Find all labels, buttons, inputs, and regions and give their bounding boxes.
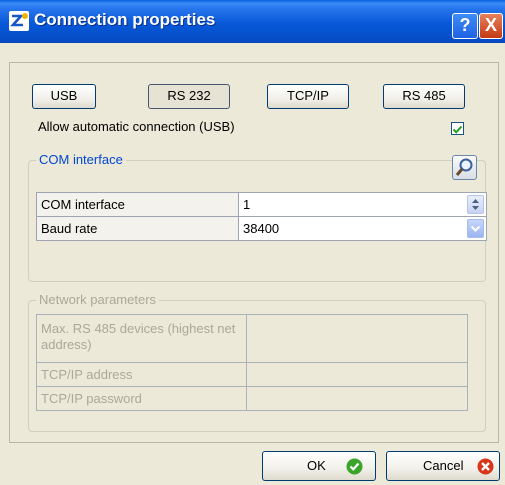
- chevron-down-icon[interactable]: [467, 219, 484, 238]
- ok-button[interactable]: OK: [262, 451, 376, 481]
- cancel-label: Cancel: [423, 458, 464, 473]
- com-interface-legend: COM interface: [36, 152, 126, 167]
- tcpip-password-field[interactable]: [246, 386, 468, 411]
- close-button[interactable]: X: [479, 13, 503, 39]
- max-devices-value: [247, 315, 467, 339]
- com-interface-label: COM interface: [36, 192, 239, 217]
- baud-rate-label: Baud rate: [36, 216, 239, 241]
- max-devices-field[interactable]: [246, 314, 468, 363]
- rs485-button[interactable]: RS 485: [383, 84, 465, 109]
- max-devices-label: Max. RS 485 devices (highest net address…: [36, 314, 247, 363]
- magnifier-icon: [455, 158, 473, 176]
- auto-connect-checkbox[interactable]: [451, 122, 464, 135]
- com-interface-field[interactable]: 1: [238, 192, 487, 217]
- cancel-x-icon: [477, 458, 494, 475]
- baud-rate-select[interactable]: 38400: [238, 216, 487, 241]
- spin-arrows-icon[interactable]: [467, 195, 484, 214]
- baud-rate-value: 38400: [243, 221, 280, 236]
- ok-check-icon: [346, 458, 363, 475]
- table-row: Max. RS 485 devices (highest net address…: [36, 314, 468, 363]
- table-row: TCP/IP password: [36, 386, 468, 411]
- auto-connect-label: Allow automatic connection (USB): [38, 119, 235, 134]
- cancel-button[interactable]: Cancel: [386, 451, 500, 481]
- connection-app-icon: [9, 11, 29, 31]
- ok-label: OK: [307, 458, 326, 473]
- table-row: TCP/IP address: [36, 362, 468, 387]
- search-button[interactable]: [452, 155, 477, 180]
- checkmark-icon: [452, 125, 463, 134]
- connection-properties-dialog: Connection properties ? X USB RS 232 TCP…: [0, 0, 505, 485]
- table-row: Baud rate 38400: [36, 216, 487, 241]
- help-button[interactable]: ?: [452, 13, 478, 39]
- rs232-button[interactable]: RS 232: [148, 84, 230, 109]
- network-parameters-legend: Network parameters: [36, 292, 160, 307]
- footer-bar: OK Cancel: [0, 448, 505, 485]
- network-settings-table: Max. RS 485 devices (highest net address…: [36, 314, 468, 411]
- com-settings-table: COM interface 1 Baud rate 38400: [36, 192, 487, 241]
- tcpip-button[interactable]: TCP/IP: [267, 84, 349, 109]
- window-title: Connection properties: [34, 10, 216, 29]
- tcpip-address-label: TCP/IP address: [36, 362, 247, 387]
- table-row: COM interface 1: [36, 192, 487, 217]
- tcpip-password-label: TCP/IP password: [36, 386, 247, 411]
- tcpip-address-field[interactable]: [246, 362, 468, 387]
- com-interface-value: 1: [243, 197, 251, 212]
- usb-button[interactable]: USB: [32, 84, 96, 109]
- title-bar[interactable]: Connection properties ? X: [0, 0, 505, 43]
- dialog-body: USB RS 232 TCP/IP RS 485 Allow automatic…: [9, 62, 499, 443]
